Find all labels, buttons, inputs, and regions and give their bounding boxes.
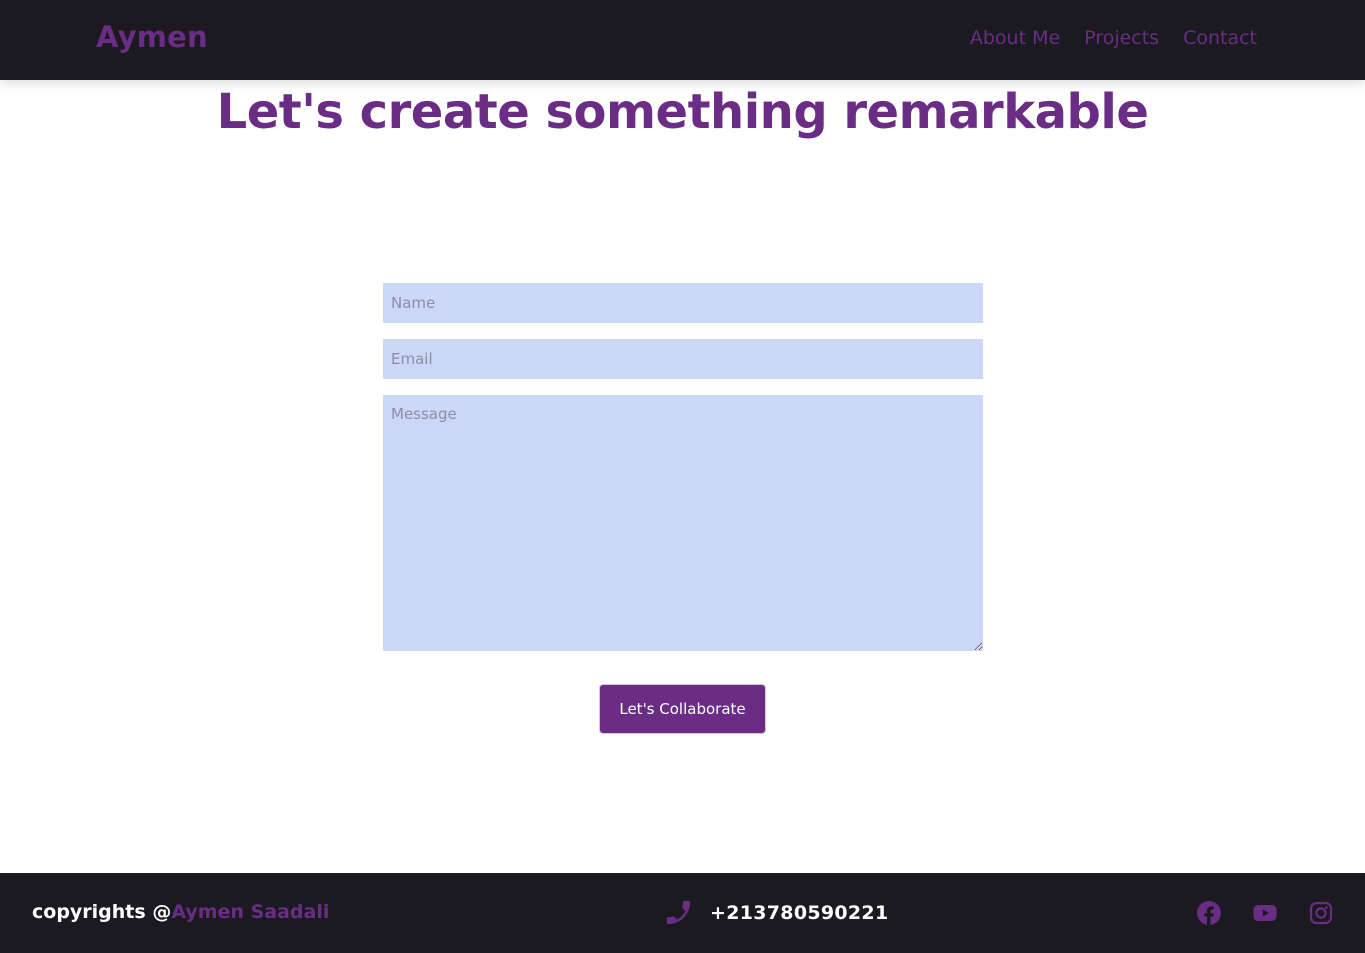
copyright-prefix: copyrights @	[32, 901, 172, 923]
footer: copyrights @Aymen Saadali +213780590221	[0, 873, 1365, 953]
email-input[interactable]	[383, 339, 983, 379]
page-title: Let's create something remarkable	[216, 84, 1149, 140]
nav-link-contact[interactable]: Contact	[1183, 27, 1257, 49]
navbar: Aymen About Me Projects Contact	[0, 0, 1365, 80]
youtube-icon[interactable]	[1253, 901, 1277, 925]
phone-icon	[666, 900, 691, 925]
contact-form	[383, 283, 983, 651]
nav-link-projects[interactable]: Projects	[1084, 27, 1159, 49]
name-input[interactable]	[383, 283, 983, 323]
copyright-name[interactable]: Aymen Saadali	[171, 901, 329, 923]
facebook-icon[interactable]	[1197, 901, 1221, 925]
nav-links: About Me Projects Contact	[970, 27, 1257, 49]
phone-number[interactable]: +213780590221	[710, 902, 888, 924]
phone-contact: +213780590221	[663, 897, 888, 928]
nav-link-about-me[interactable]: About Me	[970, 27, 1060, 49]
message-textarea[interactable]	[383, 395, 983, 651]
site-logo[interactable]: Aymen	[96, 20, 208, 54]
social-links	[1197, 901, 1333, 925]
submit-button[interactable]: Let's Collaborate	[599, 684, 766, 734]
instagram-icon[interactable]	[1309, 901, 1333, 925]
copyright-text: copyrights @Aymen Saadali	[32, 901, 329, 923]
